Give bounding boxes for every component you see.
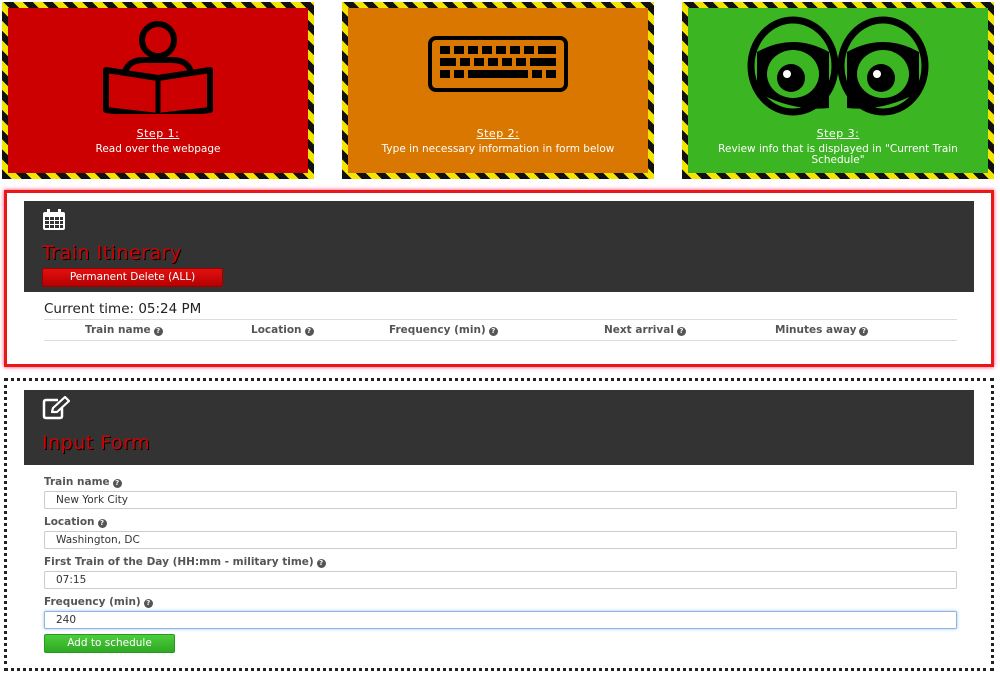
itinerary-header: Train Itinerary Permanent Delete (ALL)	[24, 201, 974, 292]
help-icon: ?	[676, 327, 686, 336]
step-3-title: Step 3:	[816, 127, 860, 140]
current-time: Current time: 05:24 PM	[44, 301, 202, 317]
help-icon: ?	[143, 599, 153, 608]
train-name-input[interactable]	[44, 491, 957, 509]
first-train-label: First Train of the Day (HH:mm - military…	[44, 556, 326, 568]
train-itinerary-panel: Train Itinerary Permanent Delete (ALL) C…	[4, 190, 994, 367]
step-3-text: Review info that is displayed in "Curren…	[718, 143, 958, 166]
location-input[interactable]	[44, 531, 957, 549]
frequency-label: Frequency (min)?	[44, 596, 153, 608]
keyboard-icon	[428, 36, 568, 92]
input-form-panel: Input Form Train name? Location? First T…	[4, 378, 994, 671]
help-icon: ?	[304, 327, 314, 336]
step-card-2: Step 2: Type in necessary information in…	[342, 2, 654, 179]
column-location: Location?	[251, 324, 314, 336]
edit-icon	[42, 396, 70, 420]
add-to-schedule-button[interactable]: Add to schedule	[44, 634, 175, 653]
help-icon: ?	[153, 327, 163, 336]
help-icon: ?	[97, 519, 107, 528]
column-next-arrival: Next arrival?	[604, 324, 686, 336]
itinerary-title: Train Itinerary	[42, 242, 182, 264]
step-1-title: Step 1:	[136, 127, 180, 140]
frequency-input[interactable]	[44, 611, 957, 629]
step-2-text: Type in necessary information in form be…	[381, 143, 615, 155]
form-title: Input Form	[42, 432, 151, 454]
help-icon: ?	[316, 559, 326, 568]
step-card-1: Step 1: Read over the webpage	[2, 2, 314, 179]
step-card-3: Step 3: Review info that is displayed in…	[682, 2, 994, 179]
form-header: Input Form	[24, 390, 974, 465]
location-label: Location?	[44, 516, 107, 528]
table-bottom-rule	[44, 340, 957, 341]
step-2-title: Step 2:	[476, 127, 520, 140]
help-icon: ?	[112, 479, 122, 488]
first-train-time-input[interactable]	[44, 571, 957, 589]
train-name-label: Train name?	[44, 476, 122, 488]
calendar-icon	[43, 209, 65, 230]
column-frequency: Frequency (min)?	[389, 324, 498, 336]
step-1-text: Read over the webpage	[95, 143, 221, 155]
column-train-name: Train name?	[85, 324, 163, 336]
help-icon: ?	[859, 327, 869, 336]
column-minutes-away: Minutes away?	[775, 324, 869, 336]
help-icon: ?	[488, 327, 498, 336]
table-top-rule	[44, 319, 957, 320]
reading-person-icon	[103, 21, 213, 114]
permanent-delete-button[interactable]: Permanent Delete (ALL)	[42, 268, 223, 287]
eyes-icon	[747, 16, 929, 116]
